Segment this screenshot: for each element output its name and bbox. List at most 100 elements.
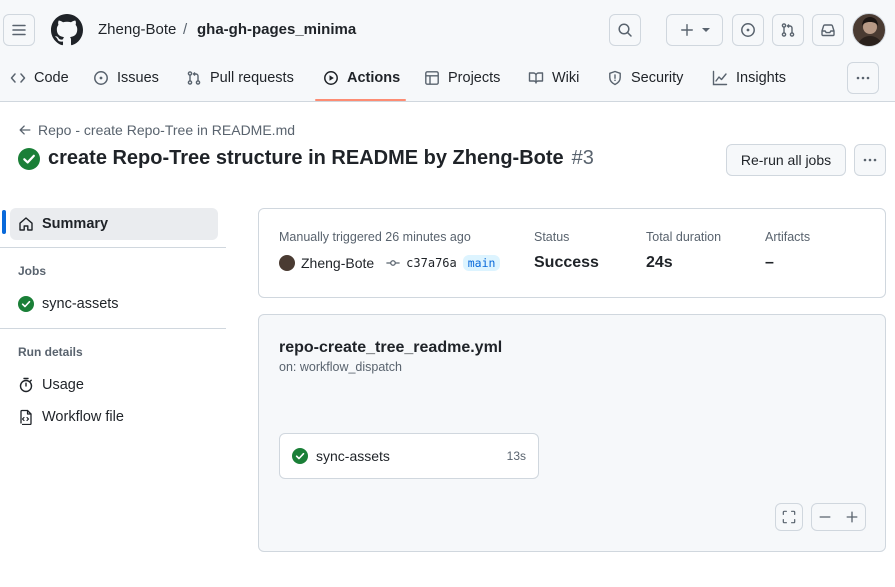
- tab-code-label: Code: [34, 70, 69, 86]
- job-node[interactable]: sync-assets 13s: [279, 433, 539, 479]
- tab-insights-label: Insights: [736, 70, 786, 86]
- table-icon: [425, 71, 439, 85]
- tab-insights[interactable]: Insights: [712, 62, 786, 94]
- tab-projects[interactable]: Projects: [424, 62, 500, 94]
- issue-icon: [94, 71, 108, 85]
- sidebar-item-summary[interactable]: Summary: [10, 208, 218, 240]
- github-icon: [51, 14, 83, 46]
- kebab-horizontal-icon: [863, 158, 877, 162]
- artifacts-label: Artifacts: [765, 230, 811, 244]
- create-new-button[interactable]: [666, 14, 723, 46]
- menu-button[interactable]: [3, 14, 35, 46]
- tab-wiki-label: Wiki: [552, 70, 580, 86]
- sidebar-run-details-header: Run details: [18, 345, 83, 359]
- rerun-all-jobs-button[interactable]: Re-run all jobs: [726, 144, 846, 176]
- kebab-horizontal-icon: [856, 76, 870, 80]
- job-node-duration: 13s: [506, 449, 526, 463]
- actor-name[interactable]: Zheng-Bote: [301, 255, 374, 271]
- git-commit-icon: [386, 260, 400, 266]
- plus-icon: [680, 24, 693, 36]
- github-logo[interactable]: [51, 14, 83, 46]
- breadcrumb-separator: /: [183, 21, 188, 38]
- artifacts-value: –: [765, 254, 774, 271]
- check-circle-fill-icon: [18, 296, 34, 312]
- search-button[interactable]: [609, 14, 641, 46]
- tab-wiki[interactable]: Wiki: [528, 62, 579, 94]
- tab-pull-requests[interactable]: Pull requests: [186, 62, 294, 94]
- inbox-icon: [821, 24, 835, 37]
- run-title-text: create Repo-Tree structure in README by …: [48, 147, 564, 169]
- book-icon: [528, 72, 544, 84]
- check-circle-fill-icon: [292, 448, 308, 464]
- code-icon: [10, 73, 26, 83]
- breadcrumb-repo[interactable]: gha-gh-pages_minima: [197, 21, 356, 38]
- inbox-button[interactable]: [812, 14, 844, 46]
- status-label: Status: [534, 230, 570, 244]
- run-more-button[interactable]: [854, 144, 886, 176]
- top-header: Zheng-Bote / gha-gh-pages_minima Code Is…: [0, 0, 895, 102]
- sidebar-item-usage[interactable]: Usage: [10, 369, 218, 401]
- tab-actions[interactable]: Actions: [323, 62, 400, 94]
- more-tabs-button[interactable]: [847, 62, 879, 94]
- home-icon: [19, 217, 33, 231]
- file-code-icon: [20, 409, 32, 425]
- back-link-label: Repo - create Repo-Tree in README.md: [38, 122, 296, 138]
- tab-issues-label: Issues: [117, 70, 159, 86]
- pull-requests-button[interactable]: [772, 14, 804, 46]
- sidebar-summary-label: Summary: [42, 216, 109, 232]
- graph-icon: [712, 70, 728, 86]
- tab-security[interactable]: Security: [607, 62, 683, 94]
- hamburger-icon: [12, 24, 26, 36]
- pull-request-icon: [187, 71, 201, 85]
- workflow-trigger: on: workflow_dispatch: [279, 360, 402, 374]
- avatar-icon: [857, 17, 883, 46]
- zoom-out-button[interactable]: [818, 510, 832, 524]
- tab-pull-requests-label: Pull requests: [210, 70, 294, 86]
- stopwatch-icon: [19, 377, 33, 393]
- search-icon: [618, 23, 632, 37]
- workflow-file-name[interactable]: repo-create_tree_readme.yml: [279, 339, 502, 357]
- trigger-details: Zheng-Bote c37a76a main: [279, 255, 501, 271]
- tab-security-label: Security: [631, 70, 684, 86]
- back-to-workflow-link[interactable]: Repo - create Repo-Tree in README.md: [18, 122, 295, 138]
- play-icon: [324, 71, 338, 85]
- fullscreen-button[interactable]: [775, 503, 803, 531]
- shield-icon: [609, 70, 621, 86]
- tab-actions-label: Actions: [347, 70, 401, 86]
- run-title: create Repo-Tree structure in README by …: [18, 147, 594, 170]
- sidebar-item-job[interactable]: sync-assets: [10, 288, 218, 320]
- duration-value: 24s: [646, 254, 673, 271]
- arrow-left-icon: [19, 125, 31, 135]
- sidebar-item-workflow-file[interactable]: Workflow file: [10, 401, 218, 433]
- user-avatar[interactable]: [852, 13, 886, 47]
- git-pull-request-icon: [781, 23, 795, 37]
- sidebar-divider: [0, 247, 226, 248]
- sidebar-active-marker: [2, 210, 6, 234]
- zoom-controls: [811, 503, 866, 531]
- tab-projects-label: Projects: [448, 70, 501, 86]
- issue-opened-icon: [741, 23, 755, 37]
- sidebar-workflow-file-label: Workflow file: [42, 409, 124, 425]
- sidebar-jobs-header: Jobs: [18, 264, 47, 278]
- duration-label: Total duration: [646, 230, 722, 244]
- commit-sha[interactable]: c37a76a: [406, 256, 457, 270]
- sidebar-job-label: sync-assets: [42, 296, 119, 312]
- branch-badge[interactable]: main: [462, 255, 501, 271]
- dash-icon: [819, 516, 831, 518]
- tab-code[interactable]: Code: [10, 62, 69, 94]
- job-node-name: sync-assets: [316, 448, 390, 464]
- zoom-in-button[interactable]: [845, 510, 859, 524]
- run-number: #3: [571, 147, 594, 169]
- sidebar-usage-label: Usage: [42, 377, 84, 393]
- issues-button[interactable]: [732, 14, 764, 46]
- tab-issues[interactable]: Issues: [93, 62, 159, 94]
- plus-icon: [846, 511, 858, 523]
- breadcrumb-owner[interactable]: Zheng-Bote: [98, 21, 176, 38]
- actor-avatar[interactable]: [279, 255, 295, 271]
- screen-full-icon: [782, 510, 796, 524]
- active-tab-underline: [315, 99, 406, 101]
- trigger-text: Manually triggered 26 minutes ago: [279, 230, 471, 244]
- check-circle-fill-icon: [18, 147, 40, 170]
- run-summary-card: [258, 208, 886, 298]
- sidebar-divider: [0, 328, 226, 329]
